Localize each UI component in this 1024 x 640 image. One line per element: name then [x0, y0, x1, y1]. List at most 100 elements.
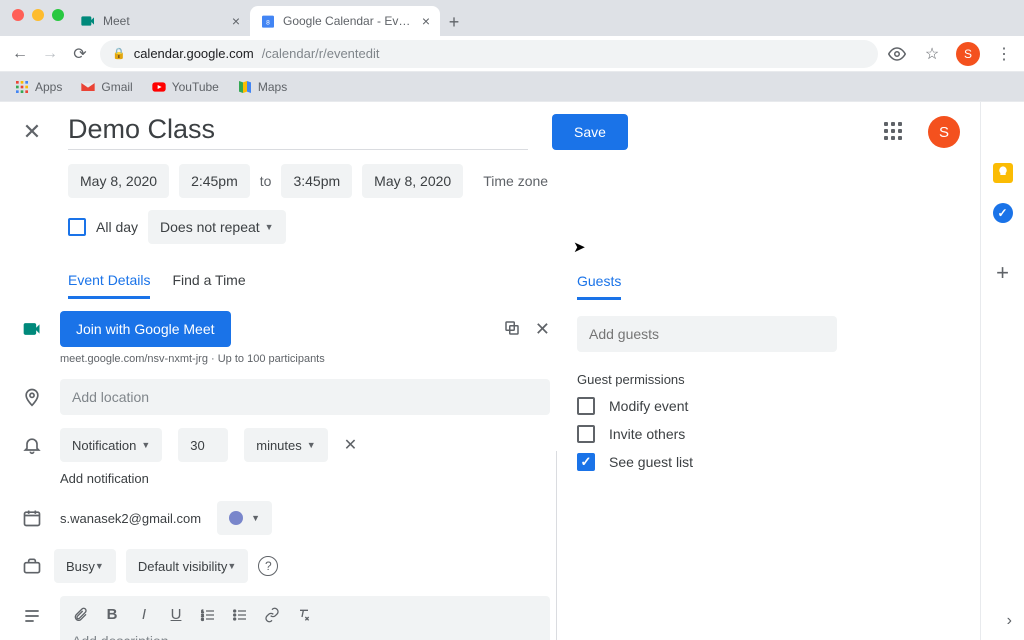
address-bar[interactable]: 🔒 calendar.google.com/calendar/r/evented… — [100, 40, 878, 68]
recurrence-dropdown[interactable]: Does not repeat ▼ — [148, 210, 286, 244]
eye-icon[interactable] — [888, 45, 908, 63]
allday-checkbox[interactable] — [68, 218, 86, 236]
gmail-icon — [80, 79, 96, 95]
availability-dropdown[interactable]: Busy▼ — [54, 549, 116, 583]
tab-label: Meet — [103, 14, 225, 28]
start-time[interactable]: 2:45pm — [179, 164, 250, 198]
chevron-down-icon: ▼ — [251, 513, 260, 523]
tasks-icon[interactable]: ✓ — [992, 202, 1014, 224]
to-label: to — [260, 173, 272, 189]
back-button[interactable]: ← — [10, 45, 30, 63]
visibility-dropdown[interactable]: Default visibility▼ — [126, 549, 249, 583]
menu-icon[interactable]: ⋮ — [994, 44, 1014, 64]
window-controls — [0, 0, 76, 21]
close-tab-icon[interactable]: × — [232, 13, 240, 29]
perm-modify-label: Modify event — [609, 398, 688, 414]
perm-invite-checkbox[interactable] — [577, 425, 595, 443]
attach-icon[interactable] — [72, 607, 88, 623]
maps-icon — [237, 79, 253, 95]
svg-text:8: 8 — [266, 19, 270, 26]
description-editor[interactable]: B I U 123 — [60, 596, 550, 640]
save-button[interactable]: Save — [552, 114, 628, 150]
event-color-dropdown[interactable]: ▼ — [217, 501, 272, 535]
end-time[interactable]: 3:45pm — [281, 164, 352, 198]
copy-meet-icon[interactable] — [503, 319, 521, 340]
event-title-input[interactable] — [68, 114, 528, 150]
meet-icon — [80, 13, 96, 29]
timezone-link[interactable]: Time zone — [483, 173, 548, 189]
link-icon[interactable] — [264, 607, 280, 623]
chevron-down-icon: ▼ — [227, 561, 236, 571]
allday-label: All day — [96, 219, 138, 235]
star-icon[interactable]: ☆ — [922, 44, 942, 64]
keep-icon[interactable] — [992, 162, 1014, 184]
tab-strip: Meet × 8 Google Calendar - Event detail … — [0, 0, 1024, 36]
add-addon-icon[interactable]: + — [992, 262, 1014, 284]
forward-button[interactable]: → — [40, 45, 60, 63]
apps-grid-icon — [14, 79, 30, 95]
bulleted-list-icon[interactable] — [232, 607, 248, 623]
clear-format-icon[interactable] — [296, 607, 312, 623]
underline-icon[interactable]: U — [168, 606, 184, 623]
meet-capacity: Up to 100 participants — [218, 353, 325, 365]
join-meet-button[interactable]: Join with Google Meet — [60, 311, 231, 347]
calendar-icon: 8 — [260, 13, 276, 29]
bookmarks-bar: Apps Gmail YouTube Maps — [0, 72, 1024, 102]
tab-guests[interactable]: Guests — [577, 273, 621, 300]
notification-value-input[interactable]: 30 — [178, 428, 228, 462]
end-date[interactable]: May 8, 2020 — [362, 164, 463, 198]
close-tab-icon[interactable]: × — [422, 13, 430, 29]
bold-icon[interactable]: B — [104, 606, 120, 623]
perm-seelist-checkbox[interactable] — [577, 453, 595, 471]
apps-shortcut[interactable]: Apps — [14, 79, 62, 95]
add-guests-input[interactable] — [577, 316, 837, 352]
browser-toolbar: ← → ⟳ 🔒 calendar.google.com/calendar/r/e… — [0, 36, 1024, 72]
collapse-sidepanel-icon[interactable]: › — [1007, 612, 1012, 630]
remove-meet-icon[interactable]: ✕ — [535, 319, 550, 340]
start-date[interactable]: May 8, 2020 — [68, 164, 169, 198]
side-panel: ✓ + — [980, 102, 1024, 640]
add-notification-link[interactable]: Add notification — [60, 471, 550, 486]
perm-modify-checkbox[interactable] — [577, 397, 595, 415]
description-icon — [20, 606, 44, 626]
reload-button[interactable]: ⟳ — [70, 44, 90, 64]
format-toolbar: B I U 123 — [60, 596, 550, 633]
visibility-help-icon[interactable]: ? — [258, 556, 278, 576]
remove-notification-icon[interactable]: ✕ — [344, 435, 357, 455]
google-apps-button[interactable] — [884, 122, 904, 142]
italic-icon[interactable]: I — [136, 606, 152, 623]
tab-calendar[interactable]: 8 Google Calendar - Event detail × — [250, 6, 440, 36]
divider — [556, 451, 557, 640]
color-swatch-icon — [229, 511, 243, 525]
perm-invite-label: Invite others — [609, 426, 685, 442]
account-avatar[interactable]: S — [928, 116, 960, 148]
bookmark-youtube[interactable]: YouTube — [151, 79, 219, 95]
profile-avatar[interactable]: S — [956, 42, 980, 66]
tab-label: Google Calendar - Event detail — [283, 14, 415, 28]
new-tab-button[interactable]: + — [440, 8, 468, 36]
perm-seelist-label: See guest list — [609, 454, 693, 470]
close-window-icon[interactable] — [12, 9, 24, 21]
description-placeholder: Add description — [60, 633, 550, 640]
url-host: calendar.google.com — [134, 46, 254, 61]
minimize-window-icon[interactable] — [32, 9, 44, 21]
meet-link: meet.google.com/nsv-nxmt-jrg — [60, 353, 208, 365]
chevron-down-icon: ▼ — [307, 440, 316, 450]
maximize-window-icon[interactable] — [52, 9, 64, 21]
notification-unit-dropdown[interactable]: minutes▼ — [244, 428, 327, 462]
chevron-down-icon: ▼ — [95, 561, 104, 571]
meet-video-icon — [20, 319, 44, 339]
bookmark-gmail[interactable]: Gmail — [80, 79, 132, 95]
tab-meet[interactable]: Meet × — [70, 6, 250, 36]
notification-icon — [20, 435, 44, 455]
close-editor-button[interactable]: ✕ — [20, 119, 44, 145]
numbered-list-icon[interactable]: 123 — [200, 607, 216, 623]
organizer-email: s.wanasek2@gmail.com — [60, 511, 201, 526]
calendar-owner-icon — [20, 508, 44, 528]
notification-type-dropdown[interactable]: Notification▼ — [60, 428, 162, 462]
svg-text:3: 3 — [201, 616, 204, 621]
tab-find-time[interactable]: Find a Time — [172, 272, 245, 299]
bookmark-maps[interactable]: Maps — [237, 79, 287, 95]
location-input[interactable] — [60, 379, 550, 415]
tab-event-details[interactable]: Event Details — [68, 272, 150, 299]
